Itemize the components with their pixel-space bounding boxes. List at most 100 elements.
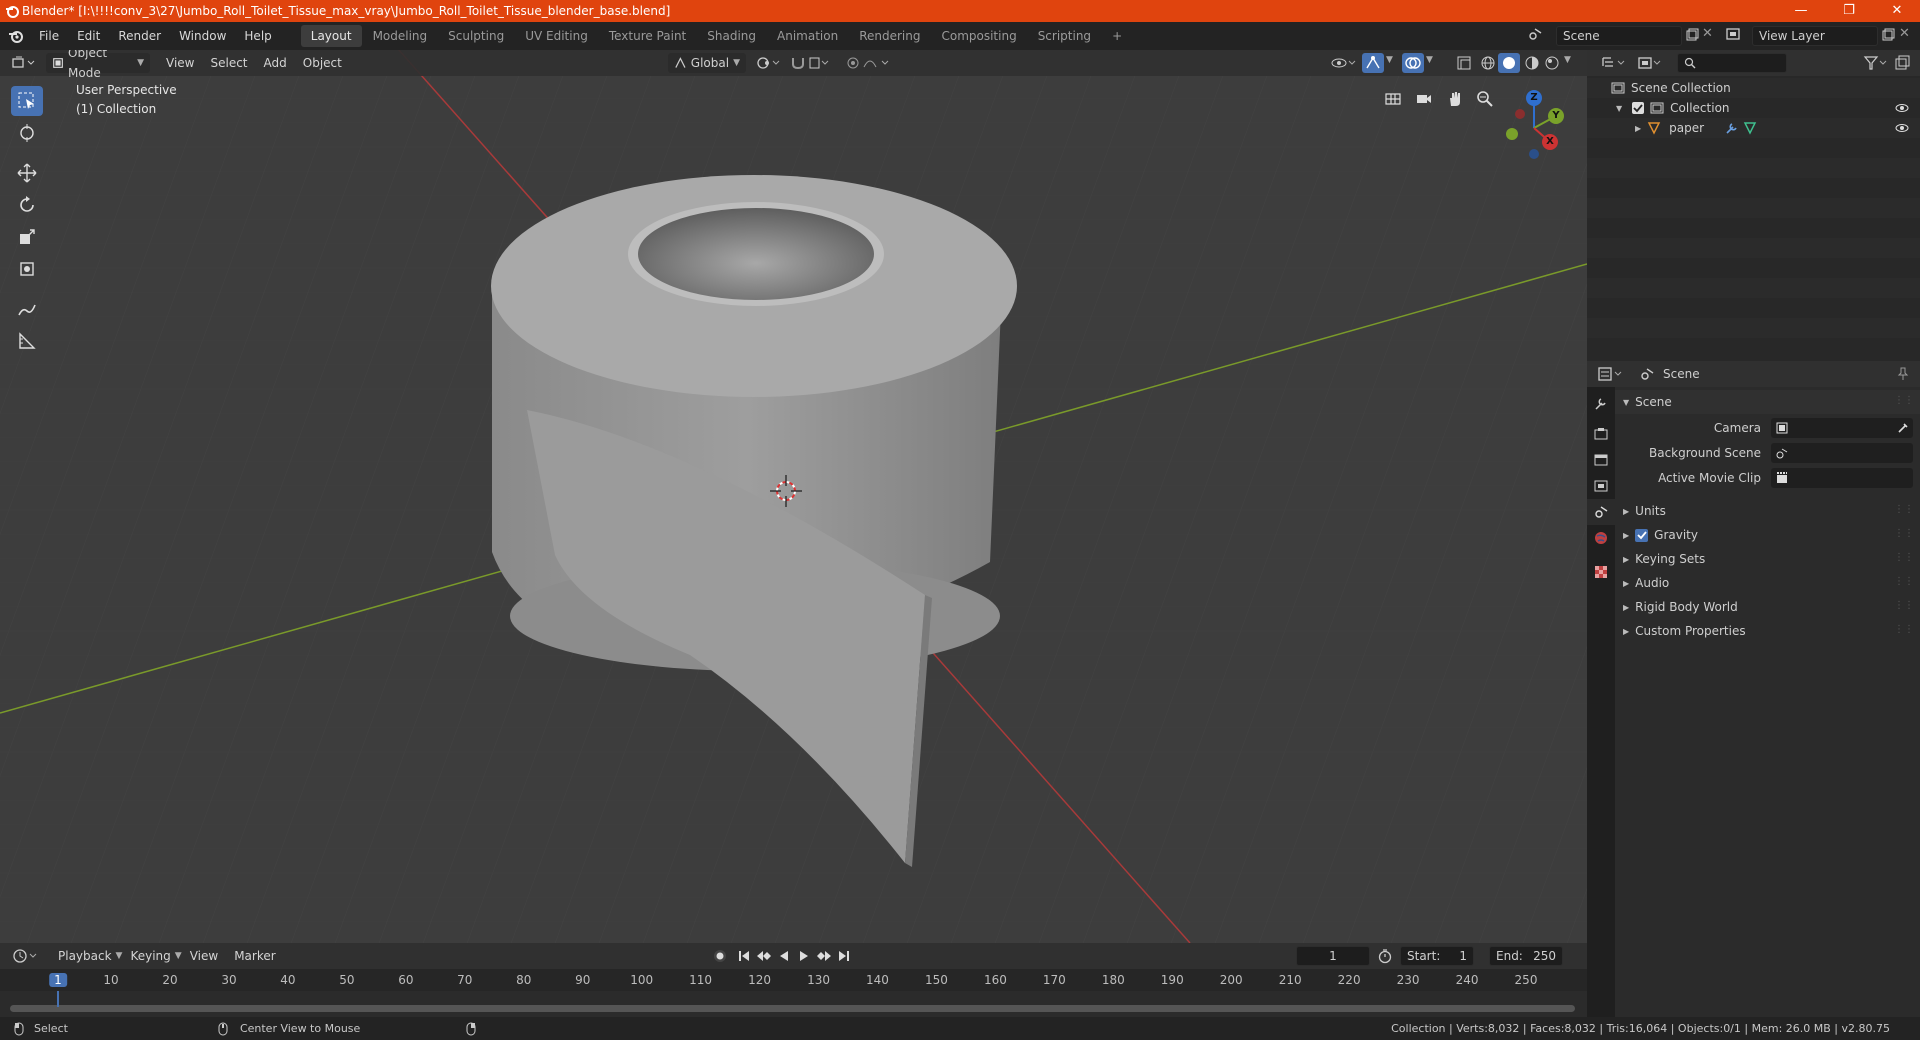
scale-tool[interactable] bbox=[11, 222, 43, 252]
drag-handle-icon[interactable]: ⋮⋮ bbox=[1894, 395, 1914, 406]
minimize-button[interactable]: — bbox=[1778, 0, 1824, 22]
tab-view-layer[interactable] bbox=[1587, 473, 1615, 499]
rigid-body-world-section[interactable]: ▶ Rigid Body World ⋮⋮ bbox=[1615, 595, 1920, 619]
play-button[interactable] bbox=[796, 948, 812, 964]
add-workspace-button[interactable]: + bbox=[1102, 25, 1132, 47]
overlays-toggle-icon[interactable] bbox=[1402, 53, 1424, 73]
new-view-layer-icon[interactable] bbox=[1881, 28, 1895, 42]
pivot-point-icon[interactable] bbox=[756, 55, 782, 71]
keying-sets-section[interactable]: ▶ Keying Sets ⋮⋮ bbox=[1615, 547, 1920, 571]
menu-help[interactable]: Help bbox=[235, 22, 280, 50]
gizmo-toggle-icon[interactable] bbox=[1362, 53, 1384, 73]
visibility-selectability-icon[interactable] bbox=[1330, 55, 1358, 71]
new-scene-icon[interactable] bbox=[1685, 28, 1699, 42]
tab-shading[interactable]: Shading bbox=[697, 25, 766, 47]
jump-to-keyframe-back-button[interactable] bbox=[756, 948, 772, 964]
pan-view-hand-icon[interactable] bbox=[1442, 86, 1468, 112]
active-movie-clip-field[interactable] bbox=[1771, 468, 1913, 488]
maximize-button[interactable]: ❐ bbox=[1826, 0, 1872, 22]
viewport-menu-add[interactable]: Add bbox=[256, 56, 295, 70]
gizmo-z-axis[interactable]: Z bbox=[1526, 90, 1542, 106]
measure-tool[interactable] bbox=[11, 326, 43, 356]
timeline-editor-type-icon[interactable] bbox=[12, 948, 40, 964]
scene-selector[interactable]: Scene bbox=[1556, 26, 1682, 46]
collection-checkbox[interactable] bbox=[1632, 102, 1645, 114]
current-frame-field[interactable]: 1 bbox=[1296, 946, 1370, 966]
mode-selector[interactable]: Object Mode ▼ bbox=[46, 50, 150, 80]
drag-handle-icon[interactable]: ⋮⋮ bbox=[1894, 528, 1914, 539]
outliner-row-collection[interactable]: ▼ Collection bbox=[1587, 98, 1920, 118]
properties-editor-type-icon[interactable] bbox=[1597, 366, 1625, 382]
move-tool[interactable] bbox=[11, 158, 43, 188]
menu-edit[interactable]: Edit bbox=[68, 22, 109, 50]
drag-handle-icon[interactable]: ⋮⋮ bbox=[1894, 576, 1914, 587]
end-frame-field[interactable]: End: 250 bbox=[1489, 946, 1563, 966]
start-frame-field[interactable]: Start: 1 bbox=[1400, 946, 1474, 966]
viewport-menu-view[interactable]: View bbox=[158, 56, 202, 70]
chevron-down-icon[interactable]: ▼ bbox=[1386, 55, 1393, 65]
menu-window[interactable]: Window bbox=[170, 22, 235, 50]
delete-view-layer-icon[interactable]: ✕ bbox=[1899, 26, 1910, 41]
gravity-section[interactable]: ▶ Gravity ⋮⋮ bbox=[1615, 523, 1920, 547]
stopwatch-icon[interactable] bbox=[1377, 948, 1393, 964]
outliner-row-scene-collection[interactable]: Scene Collection bbox=[1587, 78, 1920, 98]
eye-icon[interactable] bbox=[1895, 101, 1909, 115]
snap-icon[interactable] bbox=[790, 55, 830, 71]
rendered-shading-icon[interactable] bbox=[1544, 55, 1560, 71]
menu-file[interactable]: File bbox=[30, 22, 68, 50]
display-mode-icon[interactable] bbox=[1637, 55, 1663, 71]
drag-handle-icon[interactable]: ⋮⋮ bbox=[1894, 600, 1914, 611]
timeline-horizontal-scrollbar[interactable] bbox=[10, 1005, 1575, 1012]
gizmo-y-axis[interactable]: Y bbox=[1548, 108, 1564, 124]
scene-panel-header[interactable]: ▼ Scene ⋮⋮ bbox=[1615, 390, 1920, 414]
xray-toggle-icon[interactable] bbox=[1456, 55, 1472, 71]
jump-to-end-button[interactable] bbox=[836, 948, 852, 964]
rotate-tool[interactable] bbox=[11, 190, 43, 220]
tab-render[interactable] bbox=[1587, 421, 1615, 447]
timeline-track-area[interactable] bbox=[0, 991, 1587, 1017]
playhead-frame-indicator[interactable]: 1 bbox=[49, 973, 67, 987]
transform-tool[interactable] bbox=[11, 254, 43, 284]
modifier-wrench-icon[interactable] bbox=[1725, 121, 1739, 135]
cursor-tool[interactable] bbox=[11, 118, 43, 148]
camera-view-icon[interactable] bbox=[1411, 86, 1437, 112]
solid-shading-icon[interactable] bbox=[1498, 53, 1520, 73]
play-reverse-button[interactable] bbox=[776, 948, 792, 964]
tab-rendering[interactable]: Rendering bbox=[849, 25, 930, 47]
expand-arrow-icon[interactable]: ▶ bbox=[1635, 124, 1641, 133]
pin-icon[interactable] bbox=[1897, 367, 1909, 381]
close-button[interactable]: ✕ bbox=[1874, 0, 1920, 22]
tab-layout[interactable]: Layout bbox=[300, 25, 362, 47]
timeline-menu-view[interactable]: View bbox=[182, 949, 226, 963]
tab-world[interactable] bbox=[1587, 525, 1615, 551]
tab-modeling[interactable]: Modeling bbox=[363, 25, 438, 47]
transform-orientation-selector[interactable]: Global ▼ bbox=[668, 53, 746, 73]
mesh-data-icon[interactable] bbox=[1743, 121, 1757, 135]
gizmo-x-axis[interactable]: X bbox=[1542, 134, 1558, 150]
drag-handle-icon[interactable]: ⋮⋮ bbox=[1894, 504, 1914, 515]
proportional-editing-icon[interactable] bbox=[846, 55, 892, 71]
editor-type-icon[interactable] bbox=[12, 55, 36, 71]
record-button[interactable] bbox=[712, 948, 728, 964]
select-box-tool[interactable] bbox=[11, 86, 43, 116]
delete-scene-icon[interactable]: ✕ bbox=[1702, 26, 1713, 41]
new-collection-icon[interactable] bbox=[1894, 55, 1910, 71]
gravity-checkbox[interactable] bbox=[1635, 528, 1649, 542]
tab-animation[interactable]: Animation bbox=[767, 25, 848, 47]
eye-icon[interactable] bbox=[1895, 121, 1909, 135]
tab-texture-paint[interactable]: Texture Paint bbox=[599, 25, 696, 47]
tab-texture[interactable] bbox=[1587, 559, 1615, 585]
tab-scripting[interactable]: Scripting bbox=[1028, 25, 1101, 47]
frame-ruler[interactable]: 1 10 20 30 40 50 60 70 80 90 100 110 120 130 140 150 160… bbox=[0, 969, 1587, 991]
outliner-row-paper[interactable]: ▶ paper bbox=[1587, 118, 1920, 138]
toggle-grid-view-icon[interactable] bbox=[1380, 86, 1406, 112]
units-section[interactable]: ▶ Units ⋮⋮ bbox=[1615, 499, 1920, 523]
audio-section[interactable]: ▶ Audio ⋮⋮ bbox=[1615, 571, 1920, 595]
custom-properties-section[interactable]: ▶ Custom Properties ⋮⋮ bbox=[1615, 619, 1920, 643]
tab-sculpting[interactable]: Sculpting bbox=[438, 25, 514, 47]
tab-scene[interactable] bbox=[1587, 499, 1615, 525]
expand-arrow-icon[interactable]: ▼ bbox=[1616, 104, 1622, 113]
outliner-editor-type-icon[interactable] bbox=[1601, 55, 1627, 71]
tab-compositing[interactable]: Compositing bbox=[931, 25, 1026, 47]
drag-handle-icon[interactable]: ⋮⋮ bbox=[1894, 552, 1914, 563]
